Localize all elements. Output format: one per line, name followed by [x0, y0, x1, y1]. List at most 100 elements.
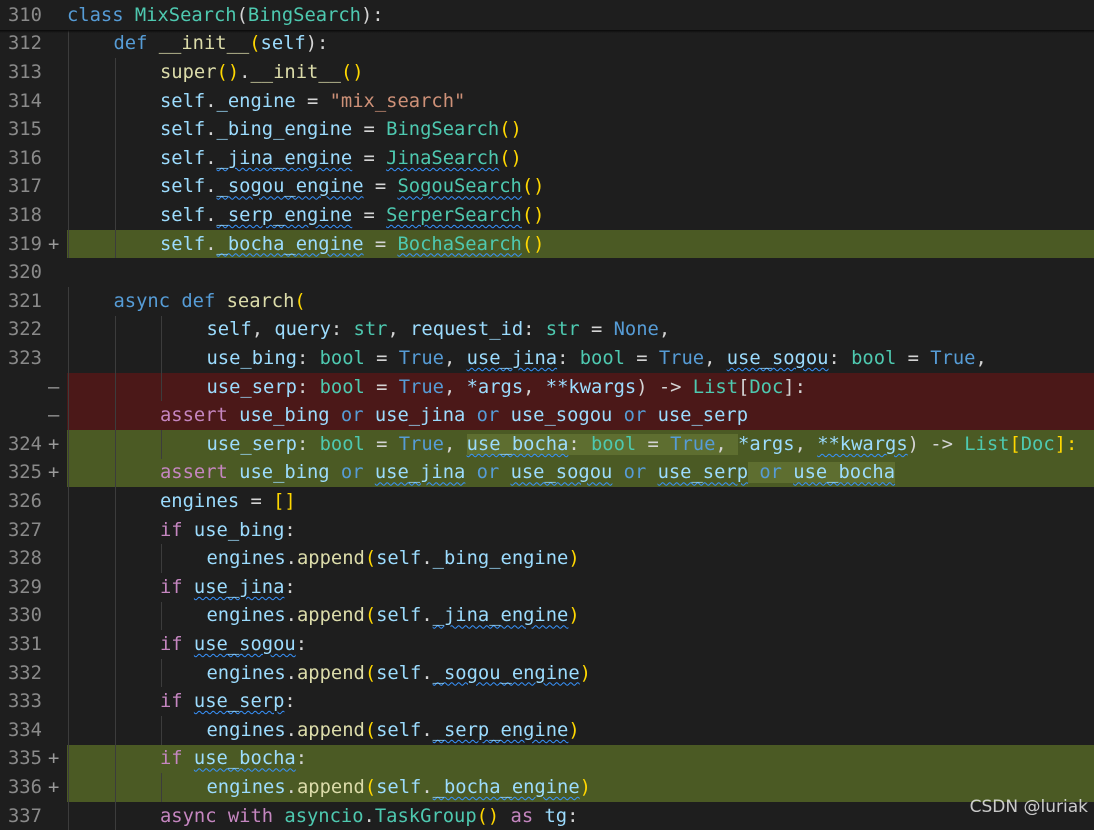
code-token: bool — [319, 347, 365, 369]
code-text: self._engine = "mix_search" — [160, 91, 465, 112]
indent-guide — [68, 58, 69, 87]
code-token: str — [353, 319, 388, 341]
line-number: 326 — [8, 490, 42, 512]
indent-guide — [68, 229, 69, 259]
code-token: or — [465, 405, 511, 427]
code-token: use_jina — [374, 405, 466, 427]
code-line[interactable]: 314 self._engine = "mix_search" — [0, 86, 1094, 116]
code-token: _jina_engine — [432, 605, 569, 627]
code-token: True — [398, 376, 444, 398]
code-line[interactable]: 321 async def search( — [0, 287, 1094, 316]
indent-guide — [114, 544, 116, 573]
code-token: ( — [364, 776, 377, 798]
added-line[interactable]: 319 + self._bocha_engine = BochaSearch() — [0, 229, 1094, 259]
code-token: , — [715, 433, 739, 455]
code-token: with — [227, 805, 285, 827]
code-token: ( — [236, 4, 248, 26]
code-token: : — [296, 433, 320, 455]
code-line[interactable]: 333 if use_serp: — [0, 687, 1094, 716]
indent-guide — [114, 315, 116, 345]
code-token: assert — [160, 462, 240, 484]
code-line[interactable]: 322 self, query: str, request_id: str = N… — [0, 315, 1094, 345]
code-token: = — [352, 119, 387, 141]
indent-guide — [161, 315, 162, 345]
indent-guide — [68, 201, 69, 230]
code-token: engines — [206, 776, 286, 798]
code-token: BingSearch — [247, 4, 361, 26]
code-line[interactable]: 323 use_bing: bool = True, use_jina: bool… — [0, 344, 1094, 373]
diff-marker: — — [48, 405, 60, 427]
code-token: = — [624, 347, 659, 369]
code-line[interactable]: 328 engines.append(self._bing_engine) — [0, 544, 1094, 573]
code-token: () — [476, 805, 500, 827]
added-line[interactable]: 335 + if use_bocha: — [0, 744, 1094, 774]
code-token: MixSearch — [134, 4, 237, 26]
code-token: _serp_engine — [432, 719, 569, 741]
code-line[interactable]: 337 async with asyncio.TaskGroup() as tg: — [0, 801, 1094, 830]
removed-line[interactable]: — assert use_bing or use_jina or use_sogo… — [0, 401, 1094, 430]
code-line[interactable]: 334 engines.append(self._serp_engine) — [0, 716, 1094, 745]
code-token: tg — [544, 805, 568, 827]
removed-line[interactable]: — use_serp: bool = True, *args, **kwargs)… — [0, 372, 1094, 402]
code-token: . — [205, 119, 217, 141]
code-token: ]: — [1054, 433, 1078, 455]
code-line[interactable]: 312 def __init__(self): — [0, 29, 1094, 59]
code-token: () — [521, 233, 545, 255]
indent-guide — [161, 601, 162, 631]
code-token: use_bocha — [193, 748, 296, 770]
code-token: query — [274, 319, 331, 341]
added-line[interactable]: 324 + use_serp: bool = True, use_bocha: bo… — [0, 430, 1094, 459]
line-number: 327 — [8, 519, 42, 541]
indent-guide — [68, 601, 69, 631]
code-line[interactable]: 318 self._serp_engine = SerperSearch() — [0, 201, 1094, 230]
added-line[interactable]: 325 + assert use_bing or use_jina or use_s… — [0, 458, 1094, 488]
code-token: () — [521, 176, 545, 198]
code-token: JinaSearch — [386, 147, 500, 169]
code-token: request_id — [410, 319, 524, 341]
code-token: self — [160, 204, 206, 226]
code-line[interactable]: 310 class MixSearch(BingSearch): — [0, 1, 1094, 30]
code-line[interactable]: 331 if use_sogou: — [0, 630, 1094, 659]
code-line[interactable]: 315 self._bing_engine = BingSearch() — [0, 115, 1094, 144]
code-token: . — [285, 719, 297, 741]
code-token: self — [206, 319, 252, 341]
line-number: 334 — [8, 719, 42, 741]
code-line[interactable]: 313 super().__init__() — [0, 58, 1094, 87]
code-token: append — [296, 776, 365, 798]
code-token: ) — [568, 605, 580, 627]
code-token: or — [612, 462, 658, 484]
line-number: 318 — [8, 204, 42, 226]
code-text: if use_bocha: — [160, 748, 307, 769]
indent-guide — [68, 515, 69, 545]
added-line[interactable]: 336 + engines.append(self._bocha_engine) — [0, 773, 1094, 802]
code-line[interactable]: 320 — [0, 258, 1094, 287]
code-token: : — [296, 347, 320, 369]
code-token: . — [421, 662, 433, 684]
indent-guide — [161, 658, 162, 688]
indent-guide — [114, 115, 116, 144]
code-line[interactable]: 327 if use_bing: — [0, 515, 1094, 545]
code-editor[interactable]: 310 class MixSearch(BingSearch): 312 def __… — [0, 0, 1094, 830]
line-number: 329 — [8, 576, 42, 598]
code-token: self — [160, 90, 206, 112]
code-token: : — [296, 376, 320, 398]
code-token: _sogou_engine — [432, 662, 580, 684]
code-token: _engine — [216, 90, 296, 112]
code-line[interactable]: 317 self._sogou_engine = SogouSearch() — [0, 172, 1094, 202]
code-line[interactable]: 326 engines = [] — [0, 487, 1094, 516]
code-line[interactable]: 316 self._jina_engine = JinaSearch() — [0, 144, 1094, 173]
code-token: = — [364, 376, 399, 398]
code-line[interactable]: 332 engines.append(self._sogou_engine) — [0, 658, 1094, 688]
code-token: bool — [579, 347, 625, 369]
code-token: True — [930, 347, 976, 369]
code-text: def __init__(self): — [114, 33, 329, 54]
code-token: self — [160, 233, 206, 255]
code-line[interactable]: 330 engines.append(self._jina_engine) — [0, 601, 1094, 631]
code-token: = — [364, 433, 399, 455]
indent-guide — [114, 515, 116, 545]
code-line[interactable]: 329 if use_jina: — [0, 573, 1094, 602]
code-text: engines.append(self._bing_engine) — [207, 548, 580, 569]
code-token: = — [239, 490, 274, 512]
code-token: : — [284, 691, 296, 713]
code-token: , — [443, 376, 467, 398]
